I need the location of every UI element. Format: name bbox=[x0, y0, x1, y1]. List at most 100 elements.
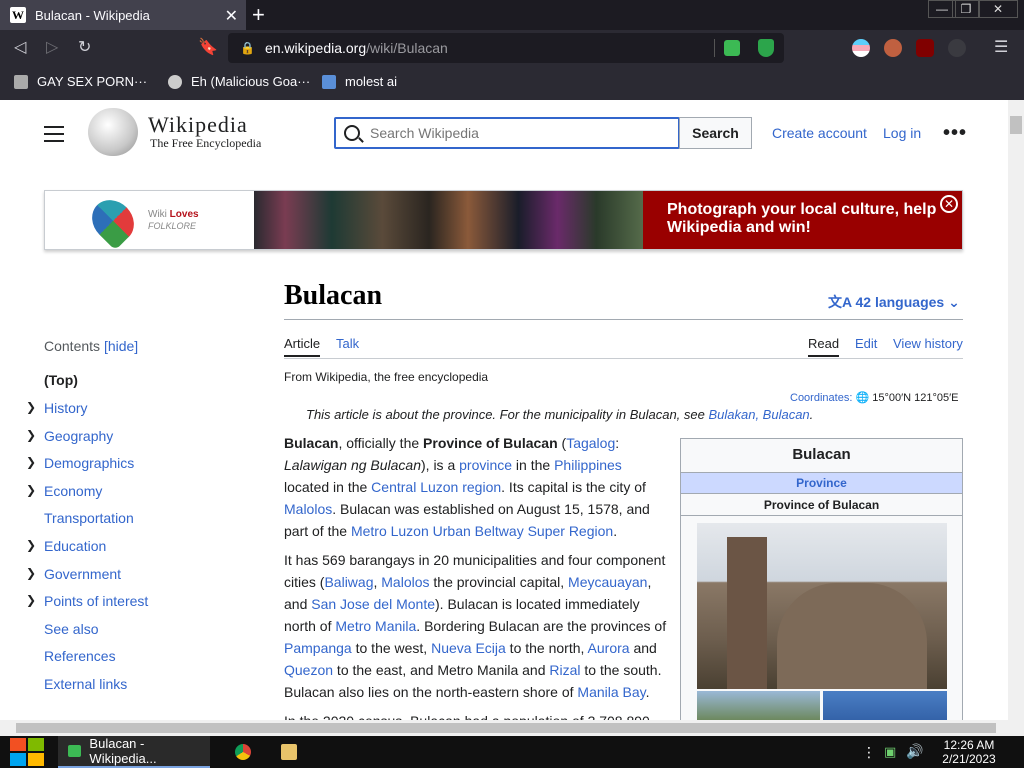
windows-taskbar: Bulacan - Wikipedia... ⋮ ▣ 🔊 12:26 AM 2/… bbox=[0, 736, 1024, 768]
page-title: Bulacan bbox=[284, 280, 383, 311]
wikipedia-tagline: The Free Encyclopedia bbox=[150, 136, 262, 150]
toc-item-demographics[interactable]: ❯ Demographics bbox=[26, 455, 134, 471]
forward-icon[interactable]: ▷ bbox=[46, 38, 58, 58]
toc-item-transportation[interactable]: Transportation bbox=[44, 510, 134, 526]
banner-close-icon[interactable]: ✕ bbox=[940, 195, 958, 213]
toc-item-references[interactable]: References bbox=[44, 648, 116, 664]
tab-article[interactable]: Article bbox=[284, 336, 321, 357]
close-window-icon[interactable]: ✕ bbox=[978, 0, 1018, 18]
bookmark-favicon-icon bbox=[322, 74, 336, 89]
taskbar-browser-item[interactable]: Bulacan - Wikipedia... bbox=[58, 736, 210, 768]
browser-tab-active[interactable]: W Bulacan - Wikipedia ✕ bbox=[0, 0, 246, 30]
chrome-icon[interactable] bbox=[235, 744, 251, 760]
more-options-icon[interactable]: ••• bbox=[943, 122, 967, 145]
infobox-name: Province of Bulacan bbox=[681, 494, 962, 516]
bookmark-item[interactable]: molest ai bbox=[322, 74, 397, 89]
sky-photo[interactable] bbox=[823, 691, 947, 720]
folder-icon[interactable] bbox=[281, 744, 297, 760]
languages-button[interactable]: 文A 42 languages ⌄ bbox=[828, 292, 960, 312]
chevron-right-icon[interactable]: ❯ bbox=[26, 428, 36, 442]
toc-item-see-also[interactable]: See also bbox=[44, 621, 98, 637]
extension-icon[interactable] bbox=[948, 39, 966, 57]
article-body: Bulacan, officially the Province of Bula… bbox=[284, 432, 670, 720]
tab-read[interactable]: Read bbox=[808, 336, 840, 357]
chevron-right-icon[interactable]: ❯ bbox=[26, 455, 36, 469]
bookmark-label: Eh (Malicious Goa··· bbox=[191, 74, 311, 89]
coordinates[interactable]: Coordinates: 🌐 15°00′N 121°05′E bbox=[790, 391, 959, 404]
browser-navbar: ◁ ▷ ↻ 🔖 🔒 en.wikipedia.org /wiki/Bulacan… bbox=[0, 30, 1024, 66]
toc-item-external-links[interactable]: External links bbox=[44, 676, 127, 692]
reader-extension-icon[interactable] bbox=[724, 40, 740, 56]
globe-icon bbox=[168, 74, 182, 89]
vertical-scrollbar[interactable] bbox=[1008, 100, 1024, 720]
wikipedia-page: Wikipedia The Free Encyclopedia Search C… bbox=[0, 100, 1008, 720]
banner-cta[interactable]: Photograph your local culture, help Wiki… bbox=[643, 191, 962, 249]
main-menu-icon[interactable] bbox=[44, 126, 64, 147]
reload-icon[interactable]: ↻ bbox=[78, 38, 91, 58]
toc-hide-button[interactable]: [hide] bbox=[104, 338, 138, 354]
bookmark-item[interactable]: Eh (Malicious Goa··· bbox=[168, 74, 310, 89]
toc-item-economy[interactable]: ❯ Economy bbox=[26, 483, 102, 499]
start-icon[interactable] bbox=[10, 738, 44, 766]
network-icon[interactable]: ▣ bbox=[884, 744, 896, 760]
search-box[interactable] bbox=[334, 117, 680, 149]
tabs-divider bbox=[284, 358, 963, 359]
overflow-icon[interactable]: ⋮ bbox=[862, 744, 876, 761]
horizontal-scrollbar[interactable] bbox=[0, 720, 1024, 736]
toc-item-education[interactable]: ❯ Education bbox=[26, 538, 106, 554]
volume-icon[interactable]: 🔊 bbox=[906, 743, 923, 760]
tab-talk[interactable]: Talk bbox=[336, 336, 359, 351]
church-photo[interactable] bbox=[697, 523, 947, 689]
chevron-right-icon[interactable]: ❯ bbox=[26, 566, 36, 580]
globe-icon: 🌐 bbox=[855, 392, 870, 404]
bookmark-item[interactable]: GAY SEX PORN··· bbox=[14, 74, 147, 89]
flag-extension-icon[interactable] bbox=[852, 39, 870, 57]
wikipedia-globe-logo[interactable] bbox=[88, 108, 138, 156]
infobox-title: Bulacan bbox=[792, 446, 851, 463]
url-bar[interactable]: 🔒 en.wikipedia.org /wiki/Bulacan bbox=[228, 33, 784, 63]
hatnote: This article is about the province. For … bbox=[306, 407, 814, 422]
chevron-right-icon[interactable]: ❯ bbox=[26, 538, 36, 552]
search-icon bbox=[344, 125, 360, 141]
wikipedia-wordmark[interactable]: Wikipedia bbox=[148, 112, 248, 138]
paragraph: In the 2020 census, Bulacan had a popula… bbox=[284, 710, 670, 720]
search-input[interactable] bbox=[370, 125, 660, 141]
new-tab-icon[interactable]: + bbox=[252, 2, 265, 28]
toc-item-government[interactable]: ❯ Government bbox=[26, 566, 121, 582]
toc-item-points-of-interest[interactable]: ❯ Points of interest bbox=[26, 593, 148, 609]
log-in-link[interactable]: Log in bbox=[883, 125, 921, 141]
chevron-right-icon[interactable]: ❯ bbox=[26, 400, 36, 414]
infobox-type[interactable]: Province bbox=[681, 472, 962, 494]
back-icon[interactable]: ◁ bbox=[14, 38, 26, 58]
campaign-banner[interactable]: Wiki Loves FOLKLORE Photograph your loca… bbox=[44, 190, 963, 251]
url-divider bbox=[714, 39, 715, 57]
banner-photos bbox=[254, 191, 643, 249]
tab-edit[interactable]: Edit bbox=[855, 336, 877, 351]
create-account-link[interactable]: Create account bbox=[772, 125, 867, 141]
chevron-down-icon: ⌄ bbox=[948, 294, 960, 310]
shield-icon[interactable] bbox=[758, 39, 774, 57]
tab-close-icon[interactable]: ✕ bbox=[225, 6, 238, 26]
chevron-right-icon[interactable]: ❯ bbox=[26, 593, 36, 607]
ublock-icon[interactable] bbox=[916, 39, 934, 57]
toc-item-history[interactable]: ❯ History bbox=[26, 400, 88, 416]
translate-icon: 文A bbox=[828, 294, 852, 310]
title-divider bbox=[284, 319, 963, 320]
table-of-contents: Contents [hide] (Top) ❯ History ❯ Geograph… bbox=[26, 338, 148, 692]
menu-icon[interactable]: ☰ bbox=[994, 38, 1008, 58]
toc-item-geography[interactable]: ❯ Geography bbox=[26, 428, 113, 444]
system-clock[interactable]: 12:26 AM 2/21/2023 bbox=[938, 738, 1000, 766]
tab-view-history[interactable]: View history bbox=[893, 336, 963, 351]
landscape-photo[interactable] bbox=[697, 691, 820, 720]
puzzle-heart-icon bbox=[83, 191, 143, 251]
hatnote-link[interactable]: Bulakan, Bulacan bbox=[708, 407, 809, 422]
search-button[interactable]: Search bbox=[679, 117, 752, 149]
toc-item-top[interactable]: (Top) bbox=[44, 372, 78, 388]
bookmark-label: molest ai bbox=[345, 74, 398, 89]
browser-app-icon bbox=[68, 745, 82, 757]
chevron-right-icon[interactable]: ❯ bbox=[26, 483, 36, 497]
lock-icon: 🔒 bbox=[240, 41, 255, 55]
restore-icon[interactable]: ❐ bbox=[952, 0, 980, 18]
bookmark-icon[interactable]: 🔖 bbox=[198, 38, 218, 58]
avatar-extension-icon[interactable] bbox=[884, 39, 902, 57]
